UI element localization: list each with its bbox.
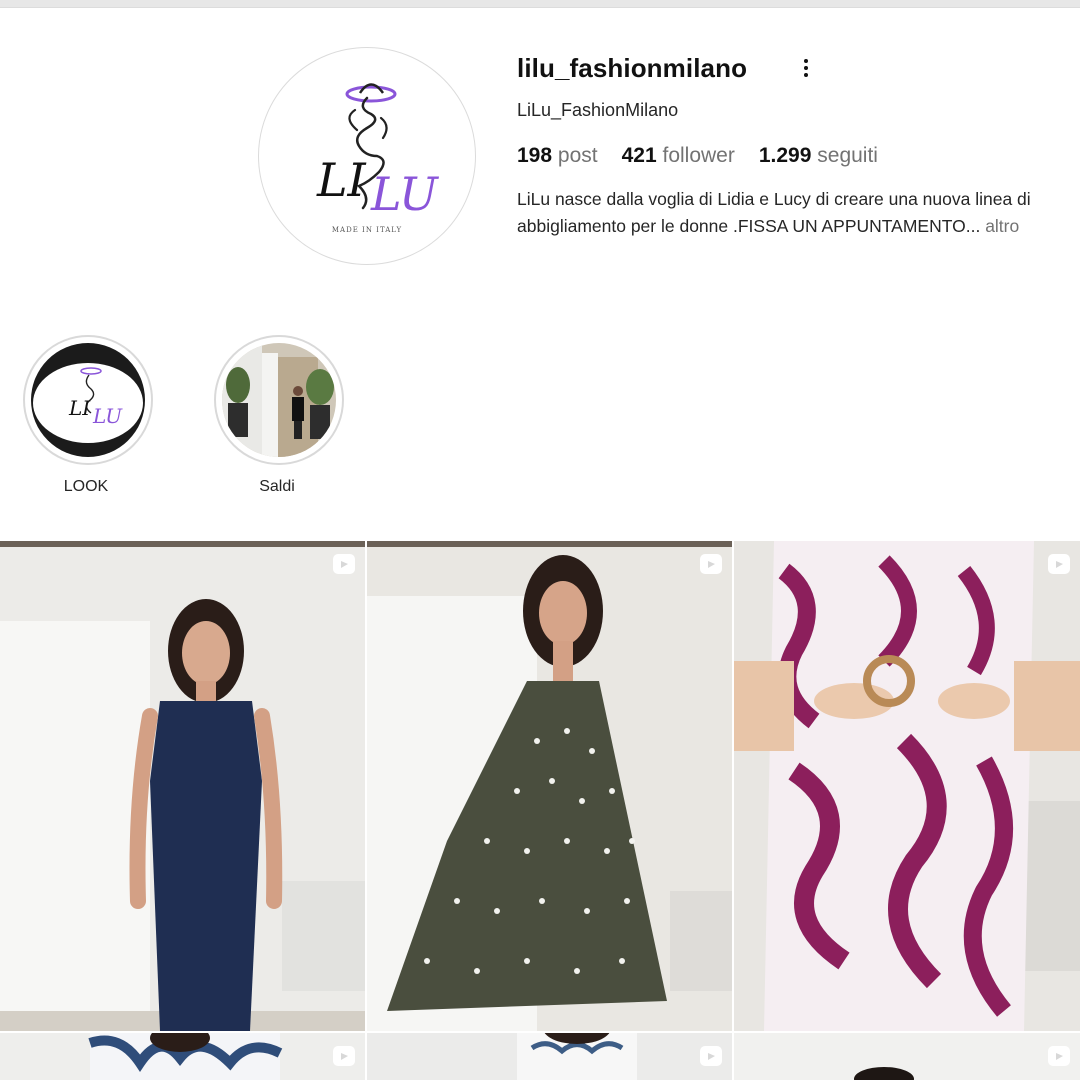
post-tile-2[interactable] [367, 541, 732, 1031]
reel-icon [333, 554, 355, 574]
post-tile-3[interactable] [734, 541, 1080, 1031]
svg-text:LI: LI [316, 153, 367, 207]
post-image [0, 541, 365, 1031]
post-image [734, 541, 1080, 1031]
highlight-saldi-label: Saldi [259, 478, 295, 495]
more-options-icon[interactable] [792, 54, 820, 82]
post-image [367, 541, 732, 1031]
top-divider [0, 0, 1080, 8]
highlight-saldi-cover [222, 343, 336, 457]
profile-stats: 198 post 421 follower 1.299 seguiti [517, 144, 878, 168]
reel-icon [1048, 1046, 1070, 1066]
stat-followers[interactable]: 421 follower [622, 144, 735, 168]
reel-icon [700, 1046, 722, 1066]
post-tile-5[interactable] [367, 1033, 732, 1080]
svg-text:MADE IN ITALY: MADE IN ITALY [332, 226, 402, 234]
highlight-saldi[interactable] [214, 335, 344, 465]
bio-text: LiLu nasce dalla voglia di Lidia e Lucy … [517, 189, 1031, 236]
post-image [0, 1033, 365, 1080]
reel-icon [700, 554, 722, 574]
stat-following[interactable]: 1.299 seguiti [759, 144, 878, 168]
lilu-logo: LI LU MADE IN ITALY [316, 83, 440, 234]
svg-text:LU: LU [370, 167, 440, 221]
highlight-look-cover: LI LU [31, 343, 145, 457]
highlight-look-label: LOOK [63, 478, 109, 495]
posts-grid [0, 541, 1080, 1080]
bio-more-link[interactable]: altro [985, 216, 1019, 236]
post-tile-1[interactable] [0, 541, 365, 1031]
stat-posts[interactable]: 198 post [517, 144, 598, 168]
profile-full-name: LiLu_FashionMilano [517, 100, 679, 120]
profile-avatar[interactable]: LI LU MADE IN ITALY [258, 47, 476, 265]
reel-icon [1048, 554, 1070, 574]
profile-bio: LiLu nasce dalla voglia di Lidia e Lucy … [517, 186, 1057, 239]
post-tile-6[interactable] [734, 1033, 1080, 1080]
reel-icon [333, 1046, 355, 1066]
post-image [734, 1033, 1080, 1080]
highlight-look[interactable]: LI LU [23, 335, 153, 465]
svg-text:LI: LI [68, 396, 91, 420]
post-image [367, 1033, 732, 1080]
svg-text:LU: LU [92, 404, 123, 428]
post-tile-4[interactable] [0, 1033, 365, 1080]
profile-username: lilu_fashionmilano [517, 53, 748, 83]
